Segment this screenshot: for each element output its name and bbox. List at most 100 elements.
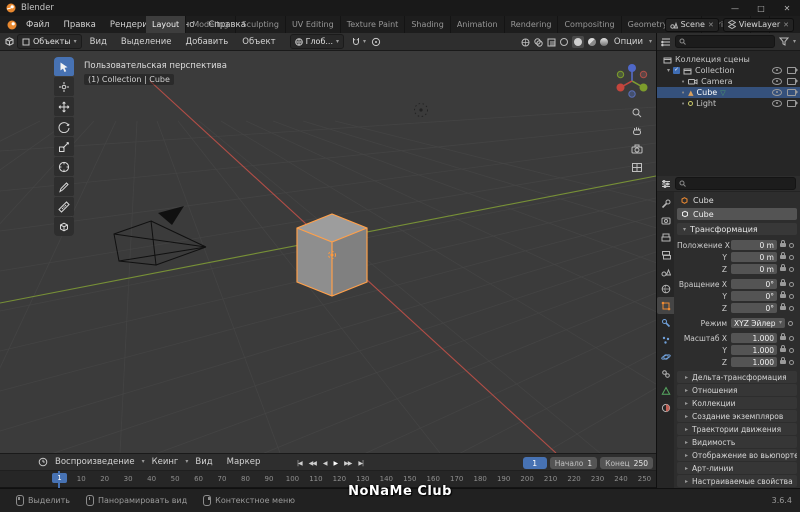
viewport-canvas[interactable] [0, 51, 656, 453]
animate-dot-icon[interactable] [789, 347, 794, 353]
section-relations[interactable]: ▸ Отношения [677, 384, 797, 396]
options-dropdown[interactable]: Опции [612, 37, 645, 47]
tab-modifiers[interactable] [657, 314, 674, 331]
tool-measure[interactable] [54, 197, 74, 216]
maximize-button[interactable]: □ [748, 4, 774, 13]
scene-selector[interactable]: Scene ✕ [664, 17, 719, 32]
chevron-down-icon[interactable]: ▾ [363, 38, 366, 45]
navigation-gizmo[interactable] [610, 59, 654, 103]
menu-view[interactable]: Вид [84, 37, 113, 47]
editor-type-timeline-icon[interactable] [38, 457, 48, 467]
outliner-row-camera[interactable]: • Camera [657, 76, 800, 87]
tab-rendering[interactable]: Rendering [505, 16, 559, 33]
tab-shading[interactable]: Shading [405, 16, 451, 33]
pan-hand-icon[interactable] [631, 125, 643, 137]
gizmo-y-axis[interactable] [639, 83, 648, 92]
location-z-field[interactable]: 0 m [731, 264, 777, 274]
tab-layout[interactable]: Layout [146, 16, 187, 33]
zoom-icon[interactable] [631, 107, 643, 119]
close-button[interactable]: ✕ [774, 4, 800, 13]
jump-to-end-button[interactable]: ▶| [355, 458, 366, 469]
tab-compositing[interactable]: Compositing [558, 16, 622, 33]
lock-icon[interactable] [780, 303, 786, 310]
perspective-toggle-icon[interactable] [631, 161, 643, 173]
camera-view-icon[interactable] [631, 143, 643, 155]
mode-dropdown[interactable]: Объекты ▾ [17, 34, 82, 49]
tab-sculpting[interactable]: Sculpting [236, 16, 286, 33]
tab-render[interactable] [657, 212, 674, 229]
section-motion-paths[interactable]: ▸ Траектории движения [677, 423, 797, 435]
outliner-row-light[interactable]: • Light [657, 98, 800, 109]
unlink-scene-icon[interactable]: ✕ [708, 21, 714, 29]
properties-search-input[interactable] [675, 177, 796, 190]
play-reverse-button[interactable]: ◀ [320, 458, 330, 469]
animate-dot-icon[interactable] [789, 293, 794, 299]
animate-dot-icon[interactable] [789, 266, 794, 272]
animate-dot-icon[interactable] [789, 254, 794, 260]
shading-material-button[interactable] [587, 38, 596, 46]
editor-type-viewport-icon[interactable] [4, 36, 15, 47]
menu-playback[interactable]: Воспроизведение [48, 457, 142, 467]
frame-start-field[interactable]: Начало 1 [549, 457, 598, 469]
lock-icon[interactable] [780, 333, 786, 340]
playhead-frame-badge[interactable]: 1 [52, 473, 67, 483]
section-instancing[interactable]: ▸ Создание экземпляров [677, 410, 797, 422]
rotation-x-field[interactable]: 0° [731, 279, 777, 289]
prev-keyframe-button[interactable]: ◀◀ [306, 458, 319, 469]
unlink-view-layer-icon[interactable]: ✕ [783, 21, 789, 29]
proportional-editing-icon[interactable] [371, 37, 381, 47]
tool-select-box[interactable] [54, 57, 74, 76]
collection-checkbox[interactable]: ✓ [673, 67, 681, 74]
tab-uv-editing[interactable]: UV Editing [286, 16, 341, 33]
tab-world[interactable] [657, 280, 674, 297]
menu-keying[interactable]: Кеинг [145, 457, 186, 467]
tool-add-cube[interactable] [54, 217, 74, 236]
disable-render-icon[interactable] [787, 78, 798, 85]
tab-physics[interactable] [657, 348, 674, 365]
hide-eye-icon[interactable] [772, 78, 782, 85]
rotation-z-field[interactable]: 0° [731, 303, 777, 313]
gizmo-z-axis[interactable] [628, 64, 636, 72]
minimize-button[interactable]: — [722, 4, 748, 13]
hide-eye-icon[interactable] [772, 89, 782, 96]
outliner-row-collection[interactable]: ▾ ✓ Collection [657, 65, 800, 76]
menu-add[interactable]: Добавить [180, 37, 235, 47]
lock-icon[interactable] [780, 252, 786, 259]
disable-render-icon[interactable] [787, 67, 798, 74]
tab-material[interactable] [657, 399, 674, 416]
rotation-mode-dropdown[interactable]: XYZ Эйлер ▾ [731, 318, 785, 328]
editor-type-properties-icon[interactable] [661, 179, 671, 189]
gizmo-y-neg[interactable] [616, 70, 625, 79]
lock-icon[interactable] [780, 264, 786, 271]
frame-end-field[interactable]: Конец 250 [600, 457, 653, 469]
shading-wireframe-button[interactable] [559, 38, 568, 46]
tab-modeling[interactable]: Modeling [186, 16, 236, 33]
gizmo-z-neg[interactable] [628, 90, 636, 98]
section-collections[interactable]: ▸ Коллекции [677, 397, 797, 409]
show-gizmo-icon[interactable] [521, 38, 530, 47]
rotation-y-field[interactable]: 0° [731, 291, 777, 301]
jump-to-start-button[interactable]: |◀ [294, 458, 305, 469]
xray-toggle-icon[interactable] [547, 38, 556, 47]
breadcrumb-object-name[interactable]: Cube [693, 196, 714, 205]
camera-object[interactable] [113, 206, 207, 266]
view-layer-selector[interactable]: ViewLayer ✕ [722, 17, 794, 32]
animate-dot-icon[interactable] [789, 335, 794, 341]
expand-icon[interactable]: ▾ [667, 67, 670, 74]
menu-select[interactable]: Выделение [115, 37, 178, 47]
location-y-field[interactable]: 0 m [731, 252, 777, 262]
menu-edit[interactable]: Правка [56, 20, 102, 30]
tool-scale[interactable] [54, 137, 74, 156]
animate-dot-icon[interactable] [788, 320, 793, 326]
menu-marker[interactable]: Маркер [220, 457, 268, 467]
cube-object[interactable] [296, 213, 368, 297]
location-x-field[interactable]: 0 m [731, 240, 777, 250]
lock-icon[interactable] [780, 240, 786, 247]
current-frame-field[interactable]: 1 [522, 457, 547, 469]
light-object[interactable] [414, 103, 428, 117]
tab-scene[interactable] [657, 263, 674, 280]
section-viewport-display[interactable]: ▸ Отображение во вьюпорте [677, 449, 797, 461]
tab-output[interactable] [657, 229, 674, 246]
hide-eye-icon[interactable] [772, 67, 782, 74]
menu-file[interactable]: Файл [19, 20, 56, 30]
